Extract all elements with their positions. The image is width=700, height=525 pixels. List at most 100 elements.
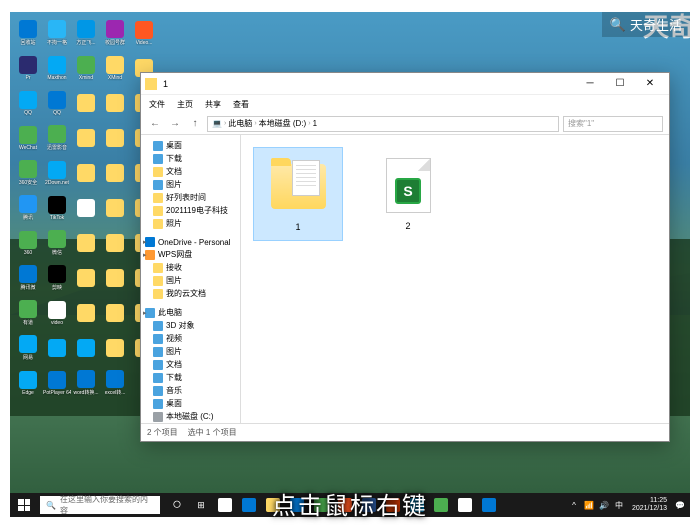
taskbar-search[interactable]: 🔍 在这里输入你要搜索的内容	[40, 496, 160, 514]
file-item-spreadsheet[interactable]: S 2	[363, 147, 453, 239]
file-item-folder[interactable]: 1	[253, 147, 343, 241]
forward-button[interactable]: →	[167, 116, 183, 132]
desktop-icon[interactable]	[102, 297, 128, 329]
tree-item[interactable]: 桌面	[141, 139, 240, 152]
tree-item[interactable]: 我的云文档	[141, 287, 240, 300]
desktop-icon[interactable]	[73, 87, 99, 119]
menu-file[interactable]: 文件	[149, 99, 165, 110]
desktop-icon[interactable]	[73, 297, 99, 329]
tree-item[interactable]: 好列表时间	[141, 191, 240, 204]
titlebar[interactable]: 1 ─ ☐ ✕	[141, 73, 669, 95]
desktop-icon[interactable]: PotPlayer 64	[44, 367, 70, 399]
menu-home[interactable]: 主页	[177, 99, 193, 110]
desktop-icon[interactable]	[73, 157, 99, 189]
desktop-icon[interactable]: 360	[15, 227, 41, 259]
tree-item[interactable]: 视频	[141, 332, 240, 345]
start-button[interactable]	[10, 493, 38, 517]
desktop-icon[interactable]: QQ	[44, 87, 70, 119]
desktop-icon[interactable]: word转换...	[73, 367, 99, 399]
tree-item[interactable]: 本地磁盘 (C:)	[141, 410, 240, 423]
tree-item[interactable]: 接收	[141, 261, 240, 274]
desktop-icon[interactable]: QQ	[15, 87, 41, 119]
input-method-icon[interactable]: 中	[613, 499, 625, 511]
desktop-icon[interactable]: 腾讯	[15, 192, 41, 224]
desktop-icon[interactable]	[102, 192, 128, 224]
desktop-icon[interactable]	[73, 332, 99, 364]
tray-chevron-icon[interactable]: ^	[568, 499, 580, 511]
desktop-icon[interactable]: Xmind	[73, 52, 99, 84]
menu-share[interactable]: 共享	[205, 99, 221, 110]
taskview-button[interactable]: ⊞	[190, 493, 212, 517]
tree-item[interactable]: 2021119电子科技	[141, 204, 240, 217]
breadcrumb-p3[interactable]: 1	[313, 119, 317, 128]
desktop-icon[interactable]: TikTok	[44, 192, 70, 224]
up-button[interactable]: ↑	[187, 116, 203, 132]
desktop-icon[interactable]: Maxthon	[44, 52, 70, 84]
tree-item[interactable]: 桌面	[141, 397, 240, 410]
tree-item[interactable]: ▸此电脑	[141, 306, 240, 319]
desktop-icon[interactable]: 回收站	[15, 17, 41, 49]
tree-item[interactable]: ▸WPS网盘	[141, 248, 240, 261]
tree-item[interactable]: 图片	[141, 178, 240, 191]
desktop-icon[interactable]: excel转...	[102, 367, 128, 399]
desktop-icon[interactable]: 不拘一格	[44, 17, 70, 49]
maximize-button[interactable]: ☐	[605, 74, 635, 94]
breadcrumb[interactable]: 💻 › 此电脑 › 本地磁盘 (D:) › 1	[207, 116, 559, 132]
tree-item[interactable]: 音乐	[141, 384, 240, 397]
search-input[interactable]: 搜索"1"	[563, 116, 663, 132]
tree-item[interactable]: 下载	[141, 152, 240, 165]
desktop-icon[interactable]	[102, 122, 128, 154]
tree-item[interactable]: 3D 对象	[141, 319, 240, 332]
network-icon[interactable]: 📶	[583, 499, 595, 511]
breadcrumb-p1[interactable]: 此电脑	[228, 118, 252, 129]
breadcrumb-p2[interactable]: 本地磁盘 (D:)	[259, 118, 307, 129]
desktop-icon[interactable]	[73, 262, 99, 294]
taskbar-app[interactable]	[454, 493, 476, 517]
desktop-icon[interactable]: 腾讯微	[15, 262, 41, 294]
navigation-pane[interactable]: 桌面下载文档图片好列表时间2021119电子科技照片▸OneDrive - Pe…	[141, 135, 241, 423]
tree-item[interactable]: ▸OneDrive - Personal	[141, 236, 240, 248]
desktop-icon[interactable]	[44, 332, 70, 364]
desktop-icon[interactable]: Pr	[15, 52, 41, 84]
taskbar-app[interactable]	[238, 493, 260, 517]
desktop-icon[interactable]	[73, 122, 99, 154]
taskbar-app[interactable]	[214, 493, 236, 517]
cortana-button[interactable]: ○	[166, 493, 188, 517]
desktop-icon[interactable]	[102, 262, 128, 294]
desktop-icon[interactable]: 360安全	[15, 157, 41, 189]
volume-icon[interactable]: 🔊	[598, 499, 610, 511]
taskbar-app[interactable]	[430, 493, 452, 517]
tree-item[interactable]: 文档	[141, 165, 240, 178]
desktop-icon[interactable]	[102, 332, 128, 364]
desktop-icon[interactable]: 微信	[44, 227, 70, 259]
tree-item[interactable]: 图片	[141, 345, 240, 358]
desktop-icon[interactable]: 有道	[15, 297, 41, 329]
desktop-icon[interactable]: Video...	[131, 17, 157, 49]
desktop-icon[interactable]: 迅雷影音	[44, 122, 70, 154]
taskbar-clock[interactable]: 11:25 2021/12/13	[628, 497, 671, 512]
tree-item[interactable]: 文档	[141, 358, 240, 371]
minimize-button[interactable]: ─	[575, 74, 605, 94]
desktop-icon[interactable]: Edge	[15, 367, 41, 399]
desktop-icon[interactable]	[102, 157, 128, 189]
desktop-icon[interactable]: 2Down.net	[44, 157, 70, 189]
desktop-icon[interactable]	[73, 192, 99, 224]
desktop-icon[interactable]: 剪映	[44, 262, 70, 294]
desktop-icon[interactable]: XMind	[102, 52, 128, 84]
back-button[interactable]: ←	[147, 116, 163, 132]
desktop-icon[interactable]: 校园号群	[102, 17, 128, 49]
desktop-icon[interactable]: video	[44, 297, 70, 329]
tree-item[interactable]: 下载	[141, 371, 240, 384]
taskbar-app[interactable]	[478, 493, 500, 517]
close-button[interactable]: ✕	[635, 74, 665, 94]
file-list-area[interactable]: 1 S 2	[241, 135, 669, 423]
desktop-icon[interactable]	[102, 227, 128, 259]
tree-item[interactable]: 照片	[141, 217, 240, 230]
desktop-icon[interactable]	[73, 227, 99, 259]
notification-icon[interactable]: 💬	[674, 499, 686, 511]
menu-view[interactable]: 查看	[233, 99, 249, 110]
tree-item[interactable]: 国片	[141, 274, 240, 287]
desktop-icon[interactable]: 方正飞...	[73, 17, 99, 49]
desktop-icon[interactable]: WeChat	[15, 122, 41, 154]
desktop-icon[interactable]	[102, 87, 128, 119]
